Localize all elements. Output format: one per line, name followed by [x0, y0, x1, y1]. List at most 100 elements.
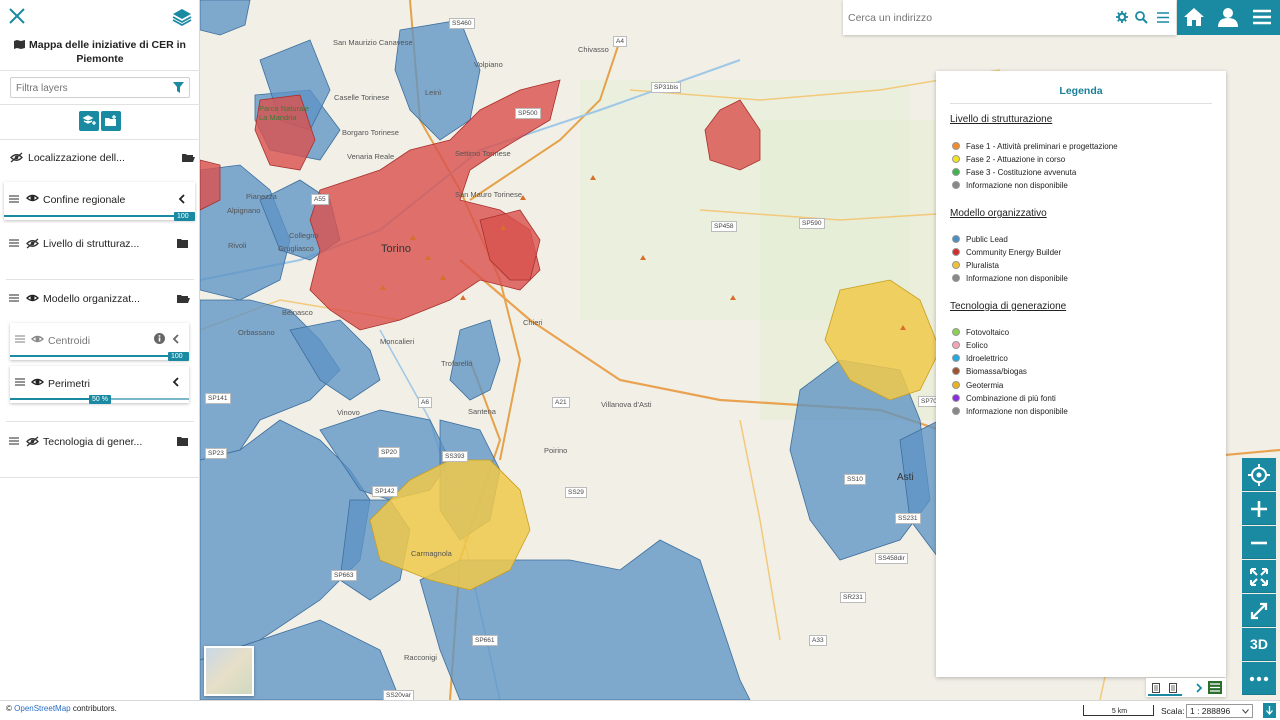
drag-handle-icon[interactable] — [9, 294, 19, 302]
legend-swatch — [952, 248, 960, 256]
road-sign: SP23 — [205, 448, 227, 459]
address-search-input[interactable] — [848, 9, 1108, 27]
legend-item: Fase 2 - Attuazione in corso — [952, 155, 1065, 164]
road-sign: SP142 — [372, 486, 398, 497]
scale-select[interactable]: 1 : 288896 — [1186, 704, 1253, 718]
opacity-badge: 50 % — [89, 395, 111, 404]
place-label-collegno: Collegno — [289, 231, 319, 240]
eye-icon[interactable] — [26, 293, 39, 303]
zoom-in-button[interactable] — [1242, 492, 1276, 525]
info-icon[interactable] — [154, 333, 165, 344]
place-label-rivoli: Rivoli — [228, 241, 247, 250]
gear-icon[interactable] — [1116, 11, 1128, 23]
add-group-button[interactable] — [101, 111, 121, 131]
zoom-extent-button[interactable] — [1242, 560, 1276, 593]
opacity-badge: 100 % — [174, 212, 195, 229]
layer-modello-organizzativo[interactable]: Modello organizzat... — [0, 293, 200, 307]
place-label-san-maurizio: San Maurizio Canavese — [333, 38, 413, 47]
three-d-button[interactable]: 3D — [1242, 628, 1276, 661]
zoom-out-button[interactable] — [1242, 526, 1276, 559]
scale-bar-label: 5 km — [1111, 708, 1128, 715]
road-sign: SS458dir — [875, 553, 908, 564]
legend-swatch — [952, 328, 960, 336]
place-label-leini: Leinì — [425, 88, 442, 97]
add-layer-button[interactable] — [79, 111, 99, 131]
legend-swatch — [952, 381, 960, 389]
fullscreen-button[interactable] — [1242, 594, 1276, 627]
eye-hidden-icon[interactable] — [26, 436, 39, 447]
folder-icon[interactable] — [177, 437, 188, 446]
place-label-vinovo: Vinovo — [337, 408, 360, 417]
eye-icon[interactable] — [31, 377, 44, 387]
minimap-thumbnail[interactable] — [204, 646, 254, 696]
filter-icon[interactable] — [173, 82, 184, 93]
layer-card-confine[interactable]: Confine regionale 100 % — [4, 182, 195, 229]
collapse-bottom-button[interactable] — [1263, 703, 1276, 718]
folder-open-icon[interactable] — [182, 152, 195, 163]
tab-underline — [1148, 694, 1182, 696]
layer-label: Confine regionale — [43, 194, 126, 206]
fullscreen-icon — [1250, 602, 1268, 620]
opacity-fill — [10, 355, 189, 357]
filter-layers-input[interactable] — [11, 79, 161, 98]
menu-options-icon[interactable] — [1157, 12, 1169, 23]
place-label-chieri: Chieri — [523, 318, 543, 327]
legend-item-label: Fotovoltaico — [966, 328, 1010, 337]
user-icon — [1218, 8, 1238, 27]
eye-icon[interactable] — [26, 193, 39, 203]
layer-card-centroidi[interactable]: Centroidi 100 % — [10, 323, 189, 369]
road-sign: A33 — [809, 635, 827, 646]
document-icon[interactable] — [1152, 683, 1160, 693]
legend-item-label: Community Energy Builder — [966, 248, 1062, 257]
layer-livello-strutturazione[interactable]: Livello di strutturaz... — [0, 238, 200, 252]
osm-link[interactable]: OpenStreetMap — [14, 704, 70, 713]
eye-hidden-icon[interactable] — [10, 152, 23, 163]
drag-handle-icon[interactable] — [15, 378, 25, 386]
chevron-left-icon[interactable] — [178, 194, 186, 204]
layer-label: Livello di strutturaz... — [43, 238, 140, 250]
drag-handle-icon[interactable] — [15, 335, 25, 343]
layer-label: Modello organizzat... — [43, 293, 140, 305]
close-icon[interactable] — [7, 6, 27, 26]
more-options-button[interactable] — [1242, 662, 1276, 695]
place-label-volpiano: Volpiano — [474, 60, 503, 69]
legend-swatch — [952, 181, 960, 189]
legend-item: Public Lead — [952, 235, 1008, 244]
layer-localizzazione[interactable]: Localizzazione dell... — [0, 152, 200, 166]
chevron-left-icon[interactable] — [172, 377, 180, 387]
legend-list-button[interactable] — [1208, 681, 1222, 694]
search-icon[interactable] — [1135, 11, 1148, 24]
filter-layers-field[interactable] — [10, 77, 190, 98]
legend-swatch — [952, 155, 960, 163]
folder-icon[interactable] — [177, 239, 188, 248]
legend-item: Informazione non disponibile — [952, 181, 1068, 190]
legend-item-label: Combinazione di più fonti — [966, 394, 1056, 403]
road-sign: SP141 — [205, 393, 231, 404]
layer-tecnologia-generazione[interactable]: Tecnologia di gener... — [0, 436, 200, 450]
folder-open-icon[interactable] — [177, 293, 190, 304]
divider — [0, 139, 200, 140]
add-layer-icon — [82, 115, 96, 125]
drag-handle-icon[interactable] — [9, 195, 19, 203]
main-menu-button[interactable] — [1245, 0, 1280, 35]
opacity-fill — [10, 398, 100, 400]
document-icon[interactable] — [1169, 683, 1177, 693]
home-button[interactable] — [1177, 0, 1211, 35]
drag-handle-icon[interactable] — [9, 239, 19, 247]
user-button[interactable] — [1211, 0, 1245, 35]
eye-icon[interactable] — [31, 334, 44, 344]
eye-hidden-icon[interactable] — [26, 238, 39, 249]
legend-item: Geotermia — [952, 381, 1003, 390]
chevron-left-icon[interactable] — [172, 334, 180, 344]
drag-handle-icon[interactable] — [9, 437, 19, 445]
legend-item-label: Eolico — [966, 341, 988, 350]
chevron-right-icon[interactable] — [1196, 683, 1203, 693]
legend-swatch — [952, 341, 960, 349]
search-bar — [843, 0, 1176, 35]
legend-item: Biomassa/biogas — [952, 367, 1027, 376]
legend-item: Fotovoltaico — [952, 328, 1009, 337]
layer-card-perimetri[interactable]: Perimetri 50 % — [10, 366, 189, 404]
legend-swatch — [952, 168, 960, 176]
locate-button[interactable] — [1242, 458, 1276, 491]
layers-icon[interactable] — [172, 7, 192, 27]
